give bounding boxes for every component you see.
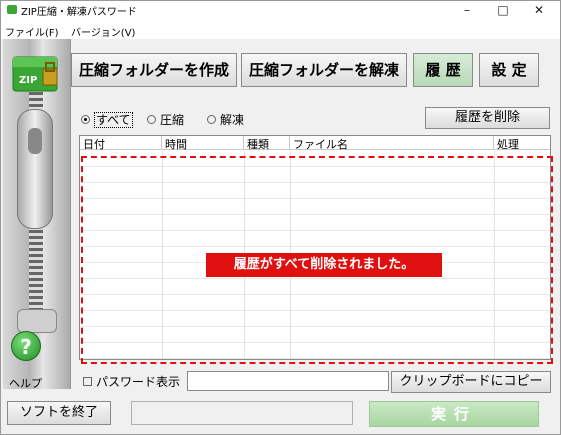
- radio-extract-label: 解凍: [220, 113, 245, 127]
- password-field[interactable]: [187, 371, 389, 391]
- delete-history-button[interactable]: 履歴を削除: [425, 107, 550, 129]
- col-filename[interactable]: ファイル名: [290, 136, 494, 150]
- zipper-stop: [17, 309, 57, 333]
- zip-icon-text: ZIP: [19, 75, 37, 86]
- status-box: [131, 401, 353, 425]
- close-button[interactable]: ✕: [519, 1, 559, 19]
- zipper-pull: [17, 109, 53, 229]
- radio-all-label: すべて: [94, 112, 133, 128]
- col-type[interactable]: 種類: [244, 136, 290, 150]
- radio-compress[interactable]: 圧縮: [147, 111, 184, 128]
- radio-extract[interactable]: 解凍: [207, 111, 244, 128]
- client-area: ZIP 圧縮フォルダーを作成 圧縮フォルダーを解凍 履 歴 設 定 すべて 圧縮…: [1, 39, 560, 434]
- radio-compress-label: 圧縮: [160, 113, 185, 127]
- show-password-checkbox[interactable]: パスワード表示: [83, 373, 180, 390]
- help-icon[interactable]: ?: [11, 331, 41, 361]
- run-button[interactable]: 実行: [369, 401, 539, 427]
- col-date[interactable]: 日付: [80, 136, 162, 150]
- extract-zip-button[interactable]: 圧縮フォルダーを解凍: [241, 53, 407, 87]
- zip-folder-icon: ZIP: [12, 56, 58, 92]
- checkbox-icon: [83, 377, 92, 386]
- history-table[interactable]: 日付 時間 種類 ファイル名 処理: [79, 135, 551, 360]
- create-zip-button[interactable]: 圧縮フォルダーを作成: [71, 53, 237, 87]
- copy-clipboard-button[interactable]: クリップボードにコピー: [391, 371, 551, 393]
- title-bar: ZIP圧縮・解凍パスワード – □ ✕: [1, 1, 560, 19]
- show-password-label: パスワード表示: [96, 375, 181, 389]
- radio-all[interactable]: すべて: [81, 111, 133, 128]
- settings-button[interactable]: 設 定: [479, 53, 539, 87]
- menu-bar: ファイル(F) バージョン(V): [1, 19, 560, 39]
- radio-dot-icon: [147, 115, 156, 124]
- minimize-button[interactable]: –: [447, 1, 487, 19]
- window-title: ZIP圧縮・解凍パスワード: [21, 7, 137, 18]
- app-window: ZIP圧縮・解凍パスワード – □ ✕ ファイル(F) バージョン(V) ZIP…: [0, 0, 561, 435]
- col-action[interactable]: 処理: [494, 136, 550, 150]
- menu-version[interactable]: バージョン(V): [71, 24, 135, 39]
- status-message: 履歴がすべて削除されました。: [206, 253, 442, 277]
- exit-button[interactable]: ソフトを終了: [7, 401, 111, 425]
- app-icon: [7, 5, 17, 14]
- radio-dot-icon: [207, 115, 216, 124]
- table-header: 日付 時間 種類 ファイル名 処理: [80, 136, 550, 150]
- radio-dot-icon: [81, 115, 90, 124]
- col-time[interactable]: 時間: [162, 136, 244, 150]
- menu-file[interactable]: ファイル(F): [5, 24, 59, 39]
- maximize-button[interactable]: □: [483, 1, 523, 19]
- history-button[interactable]: 履 歴: [413, 53, 473, 87]
- help-label[interactable]: ヘルプ: [9, 375, 42, 391]
